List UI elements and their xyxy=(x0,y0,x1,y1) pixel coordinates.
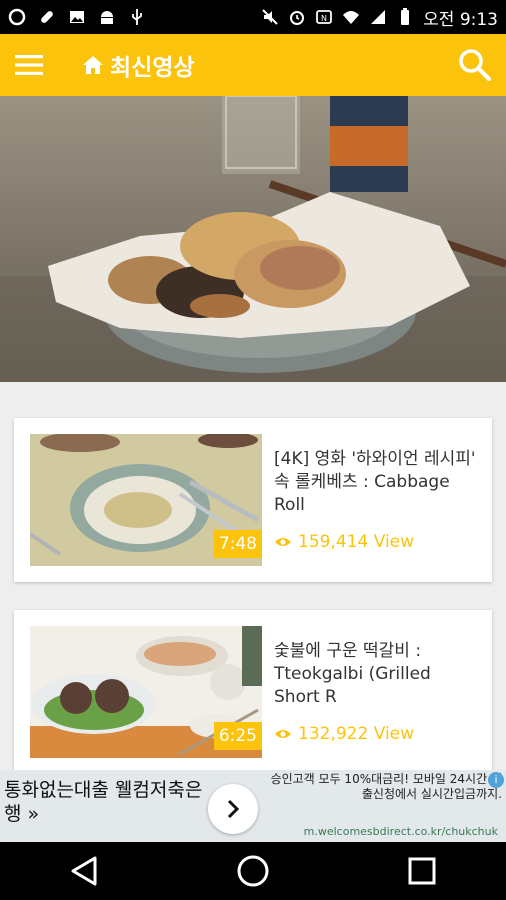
chevron-right-icon xyxy=(227,799,240,819)
search-icon xyxy=(459,49,492,82)
video-card[interactable]: 6:25 숯불에 구운 떡갈비 : Tteokgalbi (Grilled Sh… xyxy=(14,610,492,770)
ad-title: 통화없는대출 웰컴저축은행 » xyxy=(4,779,203,825)
hero-food-illustration xyxy=(0,96,506,382)
hamburger-menu-icon xyxy=(15,55,43,75)
battery-icon xyxy=(401,8,410,25)
ad-url: m.welcomesbdirect.co.kr/chukchuk xyxy=(303,825,498,838)
opera-icon xyxy=(8,8,26,26)
usb-icon xyxy=(132,9,142,25)
android-icon xyxy=(101,11,113,24)
nfc-icon: N xyxy=(316,10,333,24)
signal-icon xyxy=(371,10,386,24)
view-count-text: 159,414 View xyxy=(298,532,415,552)
title-area: 최신영상 xyxy=(82,48,195,82)
search-button[interactable] xyxy=(444,34,506,96)
clock: 오전 9:13 xyxy=(423,9,498,30)
recents-button[interactable] xyxy=(392,846,452,896)
video-thumbnail: 7:48 xyxy=(30,434,262,566)
bandage-icon xyxy=(41,11,53,23)
ad-info-icon[interactable]: i xyxy=(488,772,504,788)
alarm-icon xyxy=(290,11,305,25)
ad-banner[interactable]: 통화없는대출 웰컴저축은행 » 승인고객 모두 10%대금리! 모바일 24시간… xyxy=(0,770,506,842)
app-bar: 최신영상 xyxy=(0,34,506,96)
recents-icon xyxy=(408,857,436,885)
view-count: 132,922 View xyxy=(274,724,414,744)
system-icons: N 오전 9:13 xyxy=(261,5,498,30)
status-bar: N 오전 9:13 xyxy=(0,0,506,34)
video-duration: 6:25 xyxy=(213,722,262,750)
view-count: 159,414 View xyxy=(274,532,414,552)
video-card[interactable]: 7:48 [4K] 영화 '하와이언 레시피' 속 롤케베츠 : Cabbage… xyxy=(14,418,492,582)
menu-button[interactable] xyxy=(0,34,58,96)
home-icon xyxy=(83,56,103,74)
svg-text:N: N xyxy=(321,14,327,23)
ad-open-button[interactable] xyxy=(208,784,258,834)
home-button[interactable] xyxy=(223,846,283,896)
eye-icon xyxy=(275,730,291,738)
video-title: [4K] 영화 '하와이언 레시피' 속 롤케베츠 : Cabbage Roll xyxy=(274,449,476,515)
image-icon xyxy=(70,11,84,23)
video-list: 7:48 [4K] 영화 '하와이언 레시피' 속 롤케베츠 : Cabbage… xyxy=(0,382,506,770)
back-button[interactable] xyxy=(54,846,114,896)
home-circle-icon xyxy=(237,855,269,887)
wifi-icon xyxy=(343,11,360,24)
view-count-text: 132,922 View xyxy=(298,724,415,744)
video-title: 숯불에 구운 떡갈비 : Tteokgalbi (Grilled Short R xyxy=(274,641,431,707)
page-title: 최신영상 xyxy=(110,55,195,81)
mute-icon xyxy=(262,9,278,25)
ad-text: 승인고객 모두 10%대금리! 모바일 24시간 대출신청에서 실시간입금까지. xyxy=(270,772,502,801)
navigation-bar xyxy=(0,842,506,900)
eye-icon xyxy=(275,538,291,546)
back-icon xyxy=(71,856,97,886)
notification-icons xyxy=(8,8,146,26)
video-thumbnail: 6:25 xyxy=(30,626,262,758)
featured-video-image[interactable] xyxy=(0,96,506,382)
video-duration: 7:48 xyxy=(213,530,262,558)
